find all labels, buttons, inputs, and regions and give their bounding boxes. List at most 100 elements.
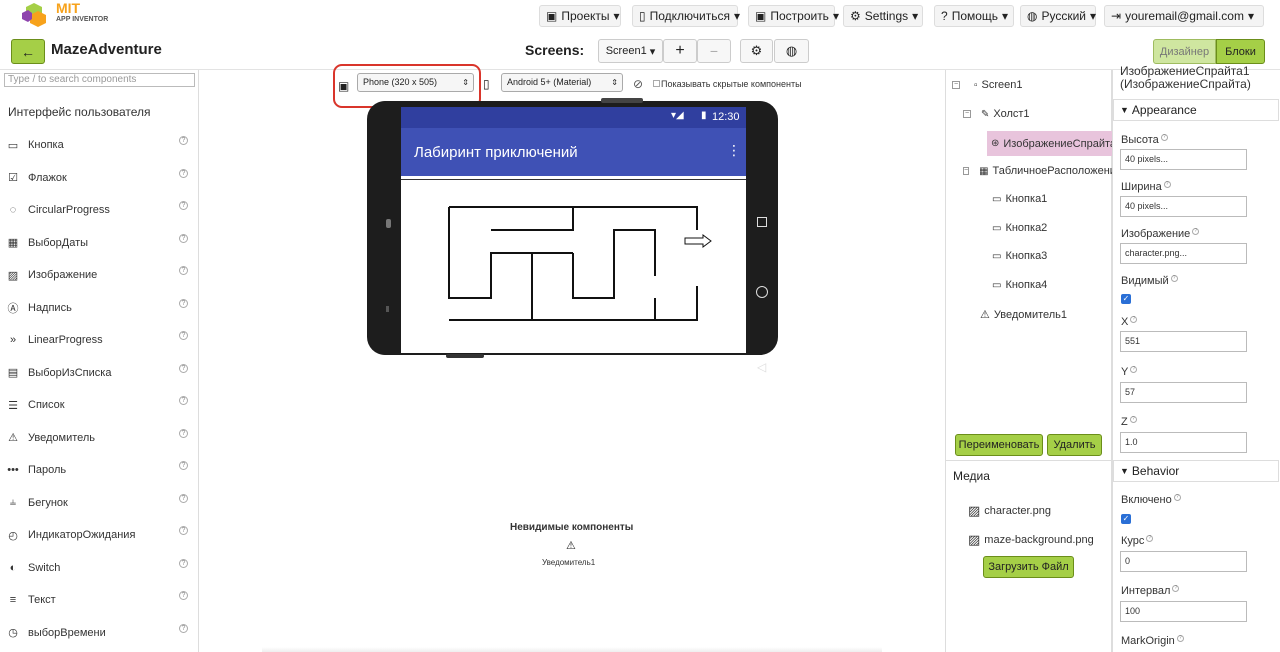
project-properties-button[interactable]: ⚙	[740, 39, 773, 63]
help-icon[interactable]: ?	[1130, 366, 1138, 373]
help-icon[interactable]: ?	[1173, 494, 1181, 501]
interval-input[interactable]: 100	[1120, 601, 1247, 622]
help-icon[interactable]: ?	[179, 591, 188, 600]
help-icon[interactable]: ?	[1129, 416, 1137, 423]
z-label-text: Z	[1121, 416, 1128, 428]
palette-item[interactable]: ◐ Switch?	[0, 552, 199, 584]
delete-button[interactable]: Удалить	[1047, 434, 1102, 456]
palette-item-label: Список	[28, 399, 65, 411]
help-icon[interactable]: ?	[179, 266, 188, 275]
collapse-toggle-icon[interactable]: −	[963, 110, 971, 118]
help-icon[interactable]: ?	[179, 201, 188, 210]
help-icon[interactable]: ?	[1170, 275, 1178, 282]
invisible-notifier-label[interactable]: Уведомитель1	[542, 558, 595, 567]
build-menu[interactable]: ▣ Построить ▾	[748, 5, 839, 27]
globe-icon: ◍	[1027, 9, 1038, 23]
palette-category-header[interactable]: Интерфейс пользователя	[8, 105, 151, 119]
palette-item[interactable]: ◌ CircularProgress?	[0, 194, 199, 226]
help-icon[interactable]: ?	[179, 558, 188, 568]
tree-node-button1[interactable]: ▭ Кнопка1	[992, 193, 1047, 205]
y-input[interactable]: 57	[1120, 382, 1247, 403]
tree-node-button3[interactable]: ▭ Кнопка3	[992, 250, 1047, 262]
palette-item[interactable]: ☑ Флажок?	[0, 162, 199, 194]
screen-selector[interactable]: Screen1 ▾	[598, 39, 663, 63]
help-icon[interactable]: ?	[1130, 316, 1138, 323]
help-icon[interactable]: ?	[1176, 635, 1184, 642]
media-file-character[interactable]: ▨ character.png	[968, 503, 1051, 519]
palette-item[interactable]: ≡ Текст?	[0, 584, 199, 616]
connect-menu[interactable]: ▯ Подключиться ▾	[632, 5, 740, 27]
help-icon[interactable]: ?	[1163, 181, 1171, 188]
help-icon[interactable]: ?	[179, 526, 188, 535]
tree-node-sprite-selected[interactable]: ⊛ ИзображениеСпрайта1	[987, 131, 1113, 156]
viewer-scroll-edge	[262, 647, 882, 652]
palette-item[interactable]: ▦ ВыборДаты?	[0, 227, 199, 259]
x-input[interactable]: 551	[1120, 331, 1247, 352]
help-icon[interactable]: ?	[179, 493, 188, 503]
remove-screen-button[interactable]: −	[697, 39, 731, 63]
behavior-section-header[interactable]: ▼ Behavior	[1113, 460, 1279, 482]
help-icon[interactable]: ?	[179, 331, 188, 340]
palette-item[interactable]: ▤ ВыборИзСписка?	[0, 357, 199, 389]
help-icon[interactable]: ?	[179, 461, 188, 470]
tree-node-notifier1[interactable]: ⚠ Уведомитель1	[980, 308, 1067, 322]
help-icon[interactable]: ?	[179, 233, 188, 243]
tree-node-table-arrangement[interactable]: − ▦ ТабличноеРасположение1	[963, 165, 1113, 177]
help-icon[interactable]: ?	[179, 396, 188, 405]
back-button[interactable]: ←	[11, 39, 45, 64]
palette-item[interactable]: ⚠ Уведомитель?	[0, 422, 199, 454]
help-menu[interactable]: ? Помощь ▾	[934, 5, 1014, 27]
help-icon[interactable]: ?	[179, 136, 188, 145]
language-menu[interactable]: ◍ Русский ▾	[1020, 5, 1096, 27]
height-input[interactable]: 40 pixels...	[1120, 149, 1247, 170]
preview-button[interactable]: ◍	[774, 39, 809, 63]
rename-button[interactable]: Переименовать	[955, 434, 1043, 456]
help-icon[interactable]: ?	[179, 428, 188, 438]
help-icon[interactable]: ?	[1172, 585, 1180, 592]
help-icon[interactable]: ?	[179, 298, 188, 308]
appearance-section-header[interactable]: ▼ Appearance	[1113, 99, 1279, 121]
designer-button[interactable]: Дизайнер	[1153, 39, 1216, 64]
blocks-button[interactable]: Блоки	[1216, 39, 1265, 64]
help-icon[interactable]: ?	[179, 363, 188, 373]
palette-item[interactable]: ••• Пароль?	[0, 454, 199, 486]
app-inventor-logo[interactable]: MIT APP INVENTOR	[20, 0, 110, 31]
palette-item[interactable]: ▭ Кнопка?	[0, 129, 199, 161]
palette-item[interactable]: » LinearProgress?	[0, 324, 199, 356]
help-icon[interactable]: ?	[179, 168, 188, 178]
tree-node-button4[interactable]: ▭ Кнопка4	[992, 279, 1047, 291]
palette-item[interactable]: ◴ ИндикаторОжидания?	[0, 519, 199, 551]
media-file-maze-background[interactable]: ▨ maze-background.png	[968, 532, 1094, 548]
settings-menu[interactable]: ⚙ Settings ▾	[843, 5, 923, 27]
tree-node-button2[interactable]: ▭ Кнопка2	[992, 222, 1047, 234]
help-icon[interactable]: ?	[1192, 228, 1200, 235]
visible-checkbox[interactable]: ✓	[1121, 294, 1131, 304]
help-icon[interactable]: ?	[179, 623, 188, 633]
component-search-input[interactable]: Type / to search components	[4, 73, 195, 87]
palette-item[interactable]: ☰ Список?	[0, 389, 199, 421]
upload-file-button[interactable]: Загрузить Файл	[983, 556, 1074, 578]
width-input[interactable]: 40 pixels...	[1120, 196, 1247, 217]
canvas-holst1[interactable]	[401, 179, 746, 353]
date-picker-icon: ▦	[7, 237, 19, 249]
add-screen-button[interactable]: +	[663, 39, 697, 63]
palette-item[interactable]: ◷ выборВремени?	[0, 617, 199, 649]
collapse-toggle-icon[interactable]: −	[963, 167, 970, 175]
account-menu[interactable]: ⇥ youremail@gmail.com ▾	[1104, 5, 1264, 27]
tree-node-screen1[interactable]: − ▫ Screen1	[952, 79, 1023, 91]
palette-item[interactable]: ▨ Изображение?	[0, 259, 199, 291]
overflow-menu-icon[interactable]: ⋮	[727, 142, 741, 159]
palette-item[interactable]: ⫨ Бегунок?	[0, 487, 199, 519]
heading-input[interactable]: 0	[1120, 551, 1247, 572]
theme-select[interactable]: Android 5+ (Material) ⇕	[501, 73, 623, 92]
help-icon[interactable]: ?	[1146, 535, 1154, 542]
palette-item[interactable]: Ⓐ Надпись?	[0, 292, 199, 324]
collapse-toggle-icon[interactable]: −	[952, 81, 960, 89]
show-hidden-checkbox[interactable]	[653, 80, 660, 87]
enabled-checkbox[interactable]: ✓	[1121, 514, 1131, 524]
help-icon[interactable]: ?	[1160, 134, 1168, 141]
image-input[interactable]: character.png...	[1120, 243, 1247, 264]
projects-menu[interactable]: ▣ Проекты ▾	[539, 5, 621, 27]
z-input[interactable]: 1.0	[1120, 432, 1247, 453]
tree-node-canvas[interactable]: − ✎ Холст1	[963, 108, 1030, 120]
